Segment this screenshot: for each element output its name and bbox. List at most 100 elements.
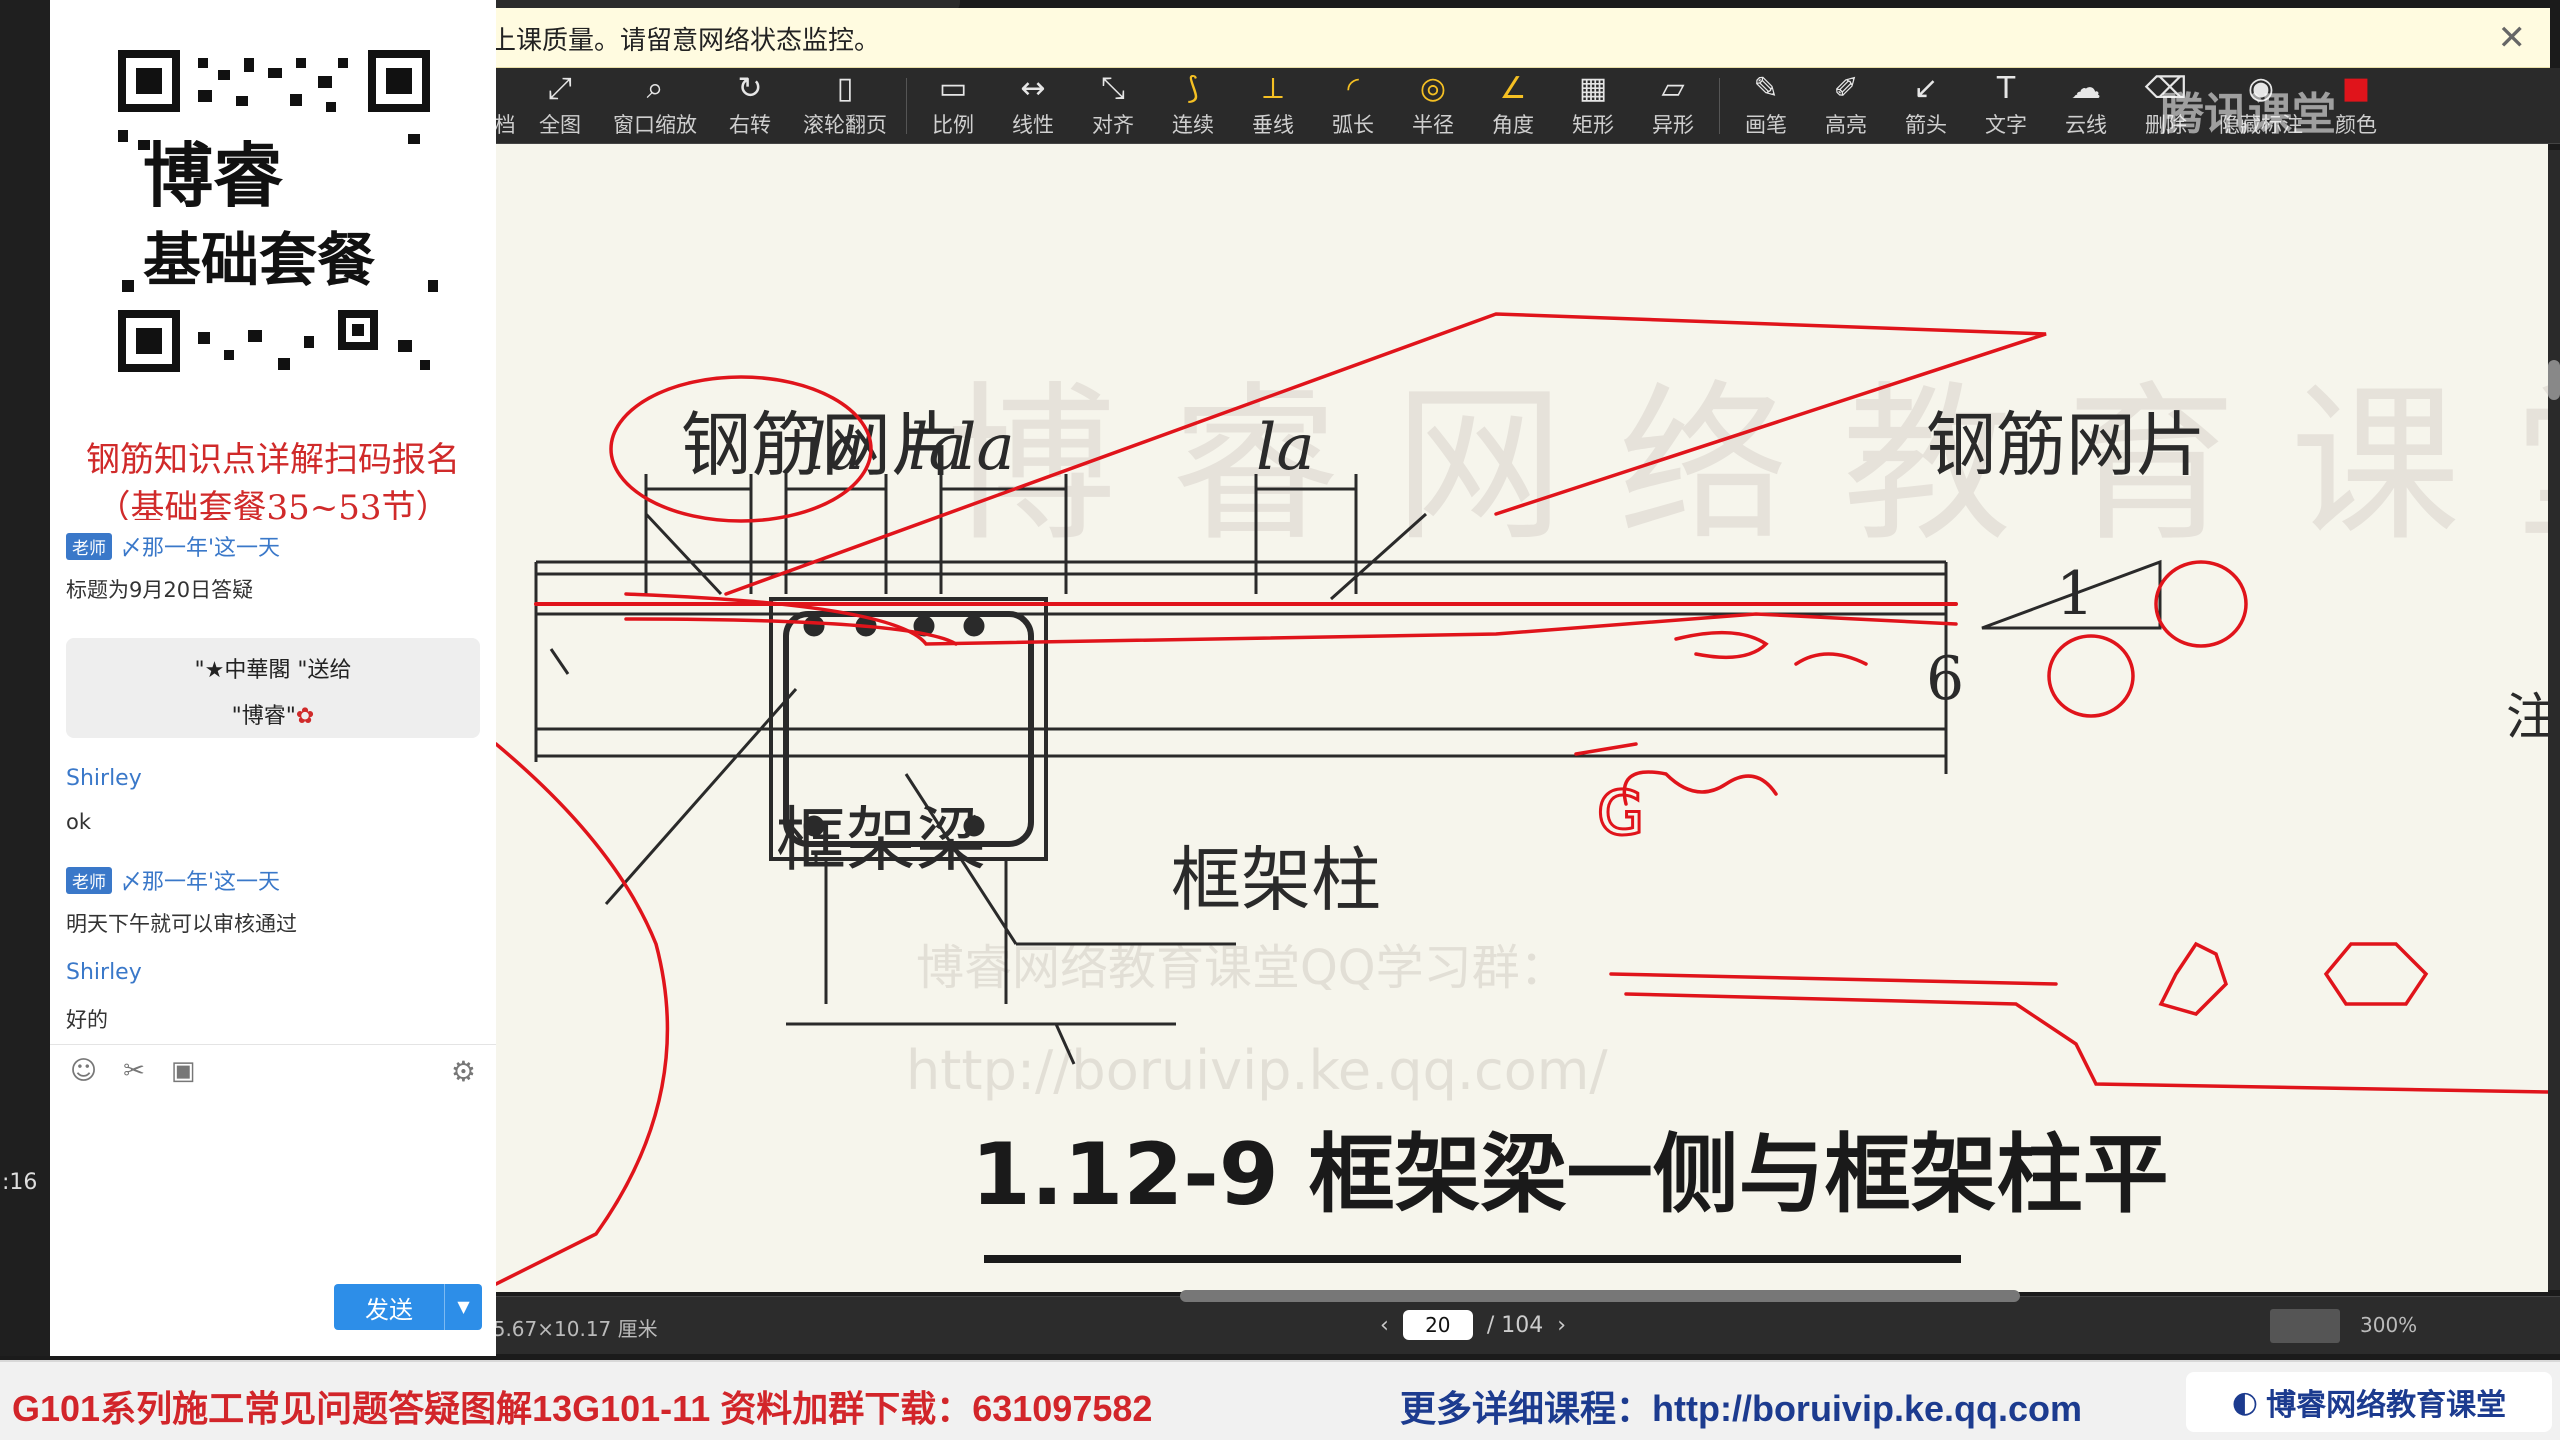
label-la-4: la xyxy=(1256,411,1315,485)
vertical-scrollbar[interactable] xyxy=(2548,150,2560,1290)
watermark-group: 博睿网络教育课堂QQ学习群： xyxy=(916,940,1568,996)
author-name[interactable]: 〆那一年'这一天 xyxy=(120,530,280,562)
page-total: / 104 xyxy=(1486,1312,1544,1338)
emoji-icon[interactable]: ☺ xyxy=(70,1056,97,1086)
label-la-3: la xyxy=(956,411,1015,485)
watermark-text: 博 睿 网 络 教 育 课 堂 xyxy=(946,367,2548,565)
tool-label: 云线 xyxy=(2065,112,2107,137)
tool-continuous[interactable]: ⟆ 连续 xyxy=(1153,68,1233,144)
tool-arrow[interactable]: ↙ 箭头 xyxy=(1886,68,1966,144)
notification-text: 上课质量。请留意网络状态监控。 xyxy=(490,26,881,56)
radius-icon: ◎ xyxy=(1419,70,1447,106)
view-mode-toggle[interactable] xyxy=(2270,1309,2340,1343)
tool-rect[interactable]: ▦ 矩形 xyxy=(1553,68,1633,144)
left-strip-time: :16 xyxy=(2,1170,38,1195)
side-note: 注 xyxy=(2506,688,2548,746)
tool-angle[interactable]: ∠ 角度 xyxy=(1473,68,1553,144)
watermark-url: http://boruivip.ke.qq.com/ xyxy=(906,1039,1608,1102)
tool-pen[interactable]: ✎ 画笔 xyxy=(1726,68,1806,144)
slope-label-6: 6 xyxy=(1926,644,1964,714)
screen: :16 上课质量。请留意网络状态监控。 ✕ 档 ⤢ 全图 ⌕ 窗口缩放 ↻ 右转 ▯ 滚… xyxy=(0,0,2560,1440)
tool-rotate[interactable]: ↻ 右转 xyxy=(710,68,790,144)
zoom-icon: ⌕ xyxy=(646,70,664,106)
tool-cloud[interactable]: ☁ 云线 xyxy=(2046,68,2126,144)
label-la-2: la xyxy=(806,411,865,485)
tool-scale[interactable]: ▭ 比例 xyxy=(913,68,993,144)
left-edge-strip: :16 xyxy=(0,0,50,1356)
qr-brand-line1: 博睿 xyxy=(143,135,284,217)
label-column: 框架柱 xyxy=(1171,839,1381,921)
banner-logo-text: 博睿网络教育课堂 xyxy=(2266,1388,2507,1423)
chevron-down-icon[interactable]: ▼ xyxy=(444,1284,482,1330)
tool-label: 半径 xyxy=(1412,112,1454,137)
drawing-svg: 博 睿 网 络 教 育 课 堂 博睿网络教育课堂QQ学习群： http://bo… xyxy=(496,312,2548,1286)
tool-label: 矩形 xyxy=(1572,112,1614,137)
tool-perpendicular[interactable]: ⟂ 垂线 xyxy=(1233,68,1313,144)
tencent-classroom-watermark: 腾讯课堂 xyxy=(2160,89,2336,140)
banner-left-text: G101系列施工常见问题答疑图解13G101-11 资料加群下载：6310975… xyxy=(12,1388,1153,1429)
tool-label: 滚轮翻页 xyxy=(803,112,887,137)
chat-message-author: Shirley xyxy=(66,766,142,791)
tool-label: 弧长 xyxy=(1332,112,1374,137)
tool-align[interactable]: ⤡ 对齐 xyxy=(1073,68,1153,144)
author-name[interactable]: Shirley xyxy=(66,960,142,985)
tool-arc[interactable]: ◜ 弧长 xyxy=(1313,68,1393,144)
tool-zoom[interactable]: ⌕ 窗口缩放 xyxy=(600,68,710,144)
zoom-level[interactable]: 300% xyxy=(2360,1313,2417,1337)
tool-text[interactable]: T 文字 xyxy=(1966,68,2046,144)
angle-icon: ∠ xyxy=(1499,70,1527,106)
prev-page-icon[interactable]: ‹ xyxy=(1380,1313,1389,1338)
document-view[interactable]: 博 睿 网 络 教 育 课 堂 博睿网络教育课堂QQ学习群： http://bo… xyxy=(496,144,2548,1292)
rotate-icon: ↻ xyxy=(737,70,763,106)
gift-line-1: "★中華閣 "送给 xyxy=(194,658,352,683)
tool-highlight[interactable]: ✐ 高亮 xyxy=(1806,68,1886,144)
tool-wheel[interactable]: ▯ 滚轮翻页 xyxy=(790,68,900,144)
tool-label: 文字 xyxy=(1985,112,2027,137)
banner-mid-text: 更多详细课程：http://boruivip.ke.qq.com xyxy=(1400,1388,2082,1429)
promo-line-1: 钢筋知识点详解扫码报名 xyxy=(86,440,460,480)
tool-label: 全图 xyxy=(539,112,581,137)
chat-message-text: ok xyxy=(66,810,92,834)
author-name[interactable]: 〆那一年'这一天 xyxy=(120,864,280,896)
tool-label: 对齐 xyxy=(1092,112,1134,137)
send-label: 发送 xyxy=(365,1295,413,1324)
chat-input[interactable] xyxy=(50,1098,496,1278)
gift-notice: "★中華閣 "送给 "博睿"✿ xyxy=(66,638,480,738)
author-name[interactable]: Shirley xyxy=(66,766,142,791)
notification-bar: 上课质量。请留意网络状态监控。 ✕ xyxy=(490,8,2550,68)
slope-label-1: 1 xyxy=(2056,559,2094,629)
image-icon[interactable]: ▣ xyxy=(171,1056,196,1086)
tool-label: 垂线 xyxy=(1252,112,1294,137)
pen-icon: ✎ xyxy=(1753,70,1779,106)
bottom-banner: G101系列施工常见问题答疑图解13G101-11 资料加群下载：6310975… xyxy=(0,1360,2560,1440)
annotation-circle-1 xyxy=(2154,560,2248,648)
qr-code[interactable]: 博睿 基础套餐 xyxy=(68,10,478,420)
rect-icon: ▦ xyxy=(1578,70,1608,106)
arrow-icon: ↙ xyxy=(1913,70,1939,106)
page-number-input[interactable]: 20 xyxy=(1402,1310,1473,1340)
tool-polygon[interactable]: ▱ 异形 xyxy=(1633,68,1713,144)
mouse-icon: ▯ xyxy=(836,70,854,106)
tool-linear[interactable]: ↔ 线性 xyxy=(993,68,1073,144)
tool-label: 角度 xyxy=(1492,112,1534,137)
tool-radius[interactable]: ◎ 半径 xyxy=(1393,68,1473,144)
next-page-icon[interactable]: › xyxy=(1557,1313,1566,1338)
close-icon[interactable]: ✕ xyxy=(2498,18,2527,58)
chat-message-author: 老师 〆那一年'这一天 xyxy=(66,530,280,562)
send-button[interactable]: 发送 ▼ xyxy=(334,1284,482,1330)
scissors-icon[interactable]: ✂ xyxy=(123,1056,145,1086)
perpendicular-icon: ⟂ xyxy=(1262,70,1283,106)
linear-icon: ↔ xyxy=(1020,70,1046,106)
tool-fit[interactable]: ⤢ 全图 xyxy=(520,68,600,144)
label-mesh-right: 钢筋网片 xyxy=(1926,404,2206,486)
qr-promo-panel: 博睿 基础套餐 钢筋知识点详解扫码报名 （基础套餐35~53节） xyxy=(50,0,496,530)
horizontal-scrollbar-thumb[interactable] xyxy=(1180,1290,2020,1302)
tool-label: 高亮 xyxy=(1825,112,1867,137)
gear-icon[interactable]: ⚙ xyxy=(451,1055,476,1088)
chat-message-author: Shirley xyxy=(66,960,142,985)
vertical-scrollbar-thumb[interactable] xyxy=(2548,360,2560,400)
tool-label: 线性 xyxy=(1012,112,1054,137)
label-beam: 框架梁 xyxy=(776,799,986,881)
fit-icon: ⤢ xyxy=(548,70,572,106)
annotation-circle-6 xyxy=(2047,634,2135,718)
